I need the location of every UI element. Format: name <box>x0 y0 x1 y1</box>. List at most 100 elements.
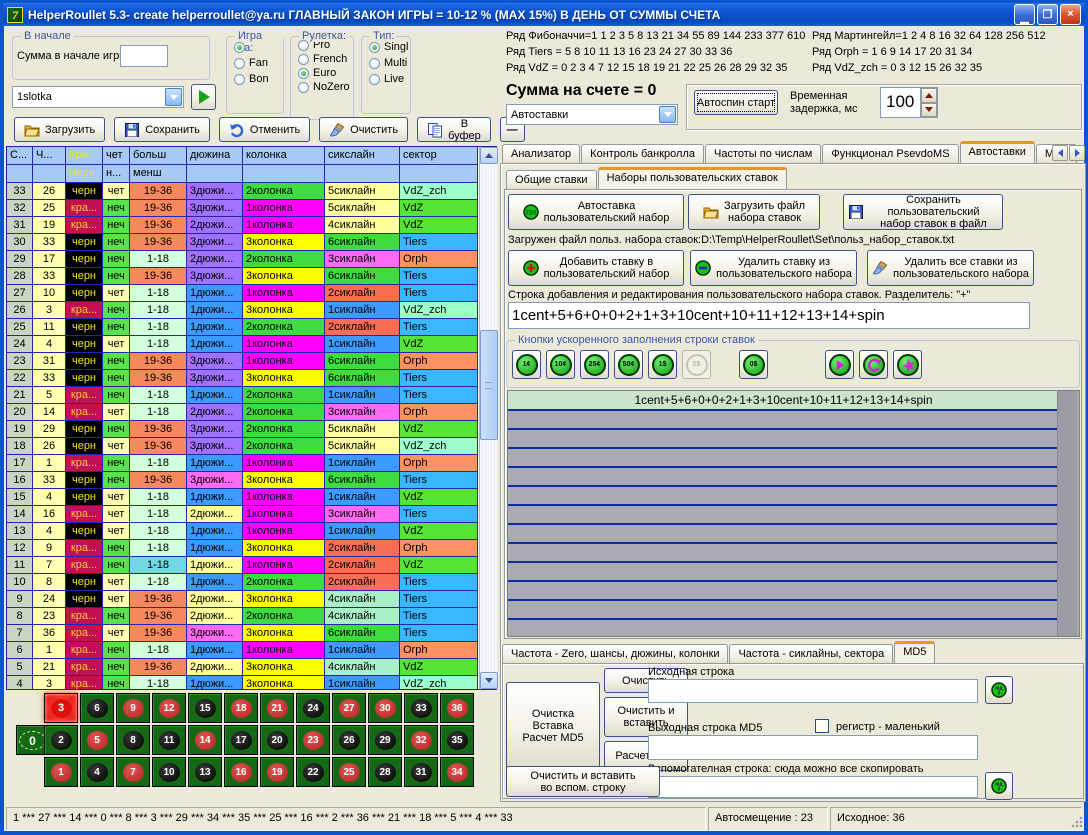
board-cell-16[interactable]: 16 <box>224 757 258 787</box>
md5-output-input[interactable] <box>648 735 978 760</box>
board-cell-18[interactable]: 18 <box>224 693 258 723</box>
bet-set-empty-row[interactable] <box>508 544 1059 563</box>
board-cell-13[interactable]: 13 <box>188 757 222 787</box>
table-row[interactable]: 2917черннеч1-182дюжи...2колонка3сиклайнO… <box>7 251 496 268</box>
chip-button-25¢[interactable]: 25¢ <box>580 350 609 379</box>
spins-table[interactable]: С...Ч...Кра...четбольшдюжинаколонкасиксл… <box>6 146 497 690</box>
autobets-combobox[interactable]: Автоставки <box>506 104 678 125</box>
tab-scroll-left-button[interactable] <box>1052 145 1068 161</box>
bet-set-empty-row[interactable] <box>508 468 1059 487</box>
bet-set-empty-row[interactable] <box>508 563 1059 582</box>
tab-Функционал PsevdoMS[interactable]: Функционал PsevdoMS <box>822 144 958 163</box>
run-preset-button[interactable] <box>191 84 216 110</box>
board-cell-32[interactable]: 32 <box>404 725 438 755</box>
minimize-button[interactable]: ▁ <box>1014 4 1035 25</box>
bet-set-selected-row[interactable]: 1cent+5+6+0+0+2+1+3+10cent+10+11+12+13+1… <box>508 391 1059 411</box>
board-cell-25[interactable]: 25 <box>332 757 366 787</box>
bet-set-empty-row[interactable] <box>508 487 1059 506</box>
delay-value[interactable]: 100 <box>881 88 920 117</box>
board-cell-3[interactable]: 3 <box>44 693 78 723</box>
button-Сохранить пользовательский[interactable]: Сохранить пользовательский набор ставок … <box>843 194 1003 230</box>
board-cell-5[interactable]: 5 <box>80 725 114 755</box>
chevron-down-icon[interactable] <box>165 88 182 106</box>
board-cell-10[interactable]: 10 <box>152 757 186 787</box>
board-cell-6[interactable]: 6 <box>80 693 114 723</box>
toolbar-button-Сохранить[interactable]: Сохранить <box>114 117 210 142</box>
board-cell-15[interactable]: 15 <box>188 693 222 723</box>
table-row[interactable]: 823кра...неч19-362дюжи...2колонка4сиклай… <box>7 608 496 625</box>
board-cell-33[interactable]: 33 <box>404 693 438 723</box>
md5-case-checkbox[interactable] <box>815 719 829 733</box>
button-Автоставка[interactable]: ПНАвтоставка пользовательский набор <box>508 194 684 230</box>
bet-string-input[interactable] <box>508 302 1030 329</box>
chip-button-50¢[interactable]: 50¢ <box>614 350 643 379</box>
freq-tab-Частота - Zero, шансы, дюжины, колонки[interactable]: Частота - Zero, шансы, дюжины, колонки <box>502 644 728 663</box>
bet-set-empty-row[interactable] <box>508 411 1059 430</box>
preset-combobox[interactable]: 1slotka <box>12 86 184 108</box>
md5-clear-paste-helper-button[interactable]: Очистить и вставить во вспом. строку <box>506 766 660 797</box>
radio-option-Multi[interactable]: Multi <box>369 57 410 69</box>
md5-helper-input[interactable] <box>648 776 978 798</box>
toolbar-button-В буфер[interactable]: В буфер <box>417 117 491 142</box>
freq-tab-Частота - сиклайны, сектора[interactable]: Частота - сиклайны, сектора <box>729 644 893 663</box>
bet-set-empty-row[interactable] <box>508 449 1059 468</box>
bet-list-scroll-strip[interactable] <box>1057 391 1077 636</box>
start-sum-input[interactable] <box>120 45 168 67</box>
board-cell-21[interactable]: 21 <box>260 693 294 723</box>
radio-option-Fan[interactable]: Fan <box>234 57 283 69</box>
table-row[interactable]: 2511черннеч1-181дюжи...2колонка2сиклайнT… <box>7 319 496 336</box>
table-row[interactable]: 521кра...неч19-362дюжи...3колонка4сиклай… <box>7 659 496 676</box>
radio-option-Bon[interactable]: Bon <box>234 73 283 85</box>
radio-option-Live[interactable]: Live <box>369 73 410 85</box>
table-row[interactable]: 61кра...неч1-181дюжи...1колонка1сиклайнO… <box>7 642 496 659</box>
board-cell-11[interactable]: 11 <box>152 725 186 755</box>
board-cell-31[interactable]: 31 <box>404 757 438 787</box>
table-row[interactable]: 215кра...неч1-181дюжи...2колонка1сиклайн… <box>7 387 496 404</box>
table-row[interactable]: 3119кра...неч19-362дюжи...1колонка4сикла… <box>7 217 496 234</box>
button-Удалить все ставки из[interactable]: Удалить все ставки из пользовательского … <box>867 250 1034 286</box>
table-row[interactable]: 1633черннеч19-363дюжи...3колонка6сиклайн… <box>7 472 496 489</box>
repeat-chip-button[interactable] <box>859 350 888 379</box>
radio-option-Euro[interactable]: Euro <box>298 67 353 79</box>
table-row[interactable]: 108чернчет1-181дюжи...2колонка2сиклайнTi… <box>7 574 496 591</box>
table-row[interactable]: 924чернчет19-362дюжи...3колонка4сиклайнT… <box>7 591 496 608</box>
table-row[interactable]: 3326чернчет19-363дюжи...2колонка5сиклайн… <box>7 183 496 200</box>
button-Добавить ставку в[interactable]: Добавить ставку в пользовательский набор <box>508 250 684 286</box>
subtab-Наборы пользовательских ставок[interactable]: Наборы пользовательских ставок <box>598 167 787 189</box>
table-row[interactable]: 2014кра...чет1-182дюжи...2колонка3сиклай… <box>7 404 496 421</box>
table-row[interactable]: 1416кра...чет1-182дюжи...1колонка3сиклай… <box>7 506 496 523</box>
board-cell-17[interactable]: 17 <box>224 725 258 755</box>
bet-set-empty-row[interactable] <box>508 506 1059 525</box>
table-row[interactable]: 129кра...неч1-181дюжи...3колонка2сиклайн… <box>7 540 496 557</box>
toolbar-button-Загрузить[interactable]: Загрузить <box>14 117 105 142</box>
spinner-down-button[interactable] <box>921 103 937 118</box>
spinner-up-button[interactable] <box>921 88 937 103</box>
table-row[interactable]: 117кра...неч1-181дюжи...1колонка2сиклайн… <box>7 557 496 574</box>
button-Загрузить файл[interactable]: Загрузить файл набора ставок <box>688 194 820 230</box>
tab-Частоты по числам[interactable]: Частоты по числам <box>705 144 821 163</box>
table-row[interactable]: 2331черннеч19-363дюжи...1колонка6сиклайн… <box>7 353 496 370</box>
toolbar-button-Очистить[interactable]: Очистить <box>319 117 408 142</box>
maximize-button[interactable]: ❒ <box>1037 4 1058 25</box>
chip-button-0$[interactable]: 0$ <box>739 350 768 379</box>
tab-Контроль банкролла[interactable]: Контроль банкролла <box>581 144 704 163</box>
board-cell-12[interactable]: 12 <box>152 693 186 723</box>
board-cell-35[interactable]: 35 <box>440 725 474 755</box>
scroll-down-button[interactable] <box>480 672 498 689</box>
board-cell-4[interactable]: 4 <box>80 757 114 787</box>
close-button[interactable]: × <box>1060 4 1081 25</box>
bet-set-empty-row[interactable] <box>508 525 1059 544</box>
md5-source-input[interactable] <box>648 679 978 703</box>
chip-button-1¢[interactable]: 1¢ <box>512 350 541 379</box>
tab-Анализатор[interactable]: Анализатор <box>502 144 580 163</box>
board-cell-2[interactable]: 2 <box>44 725 78 755</box>
radio-option-French[interactable]: French <box>298 53 353 65</box>
table-row[interactable]: 171кра...неч1-181дюжи...1колонка1сиклайн… <box>7 455 496 472</box>
board-cell-29[interactable]: 29 <box>368 725 402 755</box>
table-row[interactable]: 1826чернчет19-363дюжи...2колонка5сиклайн… <box>7 438 496 455</box>
table-row[interactable]: 2233черннеч19-363дюжи...3колонка6сиклайн… <box>7 370 496 387</box>
resize-grip[interactable] <box>1071 816 1083 828</box>
board-cell-8[interactable]: 8 <box>116 725 150 755</box>
play-chip-button[interactable] <box>825 350 854 379</box>
chevron-down-icon[interactable] <box>659 106 676 123</box>
